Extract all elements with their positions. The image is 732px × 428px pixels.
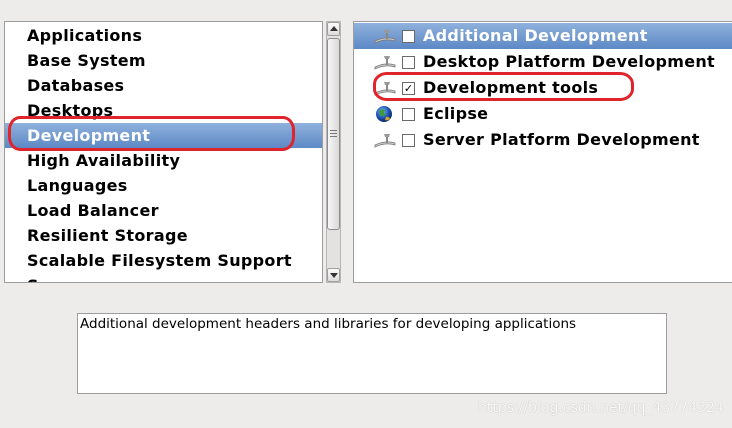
group-list-scrollbar[interactable] bbox=[326, 21, 341, 283]
group-item-development[interactable]: Development bbox=[5, 123, 322, 148]
group-item-load-balancer[interactable]: Load Balancer bbox=[5, 198, 322, 223]
package-checkbox[interactable] bbox=[402, 108, 415, 121]
group-item-desktops[interactable]: Desktops bbox=[5, 98, 322, 123]
package-label: Additional Development bbox=[423, 26, 648, 45]
package-icon bbox=[374, 82, 396, 96]
group-list: Applications Base System Databases Deskt… bbox=[5, 22, 322, 282]
group-item-applications[interactable]: Applications bbox=[5, 23, 322, 48]
scroll-down-button[interactable] bbox=[327, 268, 340, 282]
group-item-databases[interactable]: Databases bbox=[5, 73, 322, 98]
package-description: Additional development headers and libra… bbox=[77, 313, 667, 394]
watermark: https://blog.csdn.net/qq_43774324 bbox=[478, 400, 724, 416]
package-checkbox[interactable] bbox=[402, 134, 415, 147]
group-item-languages[interactable]: Languages bbox=[5, 173, 322, 198]
package-checkbox[interactable] bbox=[402, 30, 415, 43]
package-list-panel: Additional Development Desktop Platform … bbox=[353, 21, 732, 283]
package-item-development-tools[interactable]: ✓ Development tools bbox=[354, 75, 732, 101]
group-item-scalable-filesystem-support[interactable]: Scalable Filesystem Support bbox=[5, 248, 322, 273]
package-checkbox[interactable] bbox=[402, 56, 415, 69]
chevron-down-icon bbox=[330, 273, 338, 278]
package-item-desktop-platform-development[interactable]: Desktop Platform Development bbox=[354, 49, 732, 75]
group-item-resilient-storage[interactable]: Resilient Storage bbox=[5, 223, 322, 248]
package-icon bbox=[374, 30, 396, 44]
group-item-high-availability[interactable]: High Availability bbox=[5, 148, 322, 173]
package-item-additional-development[interactable]: Additional Development bbox=[354, 23, 732, 49]
globe-icon bbox=[376, 106, 392, 122]
group-item-servers[interactable]: Servers bbox=[5, 273, 322, 282]
scroll-thumb[interactable] bbox=[327, 38, 340, 230]
grip-icon bbox=[330, 130, 337, 137]
package-label: Server Platform Development bbox=[423, 130, 700, 149]
group-list-panel: Applications Base System Databases Deskt… bbox=[4, 21, 323, 283]
package-icon bbox=[374, 56, 396, 70]
package-item-server-platform-development[interactable]: Server Platform Development bbox=[354, 127, 732, 153]
group-item-base-system[interactable]: Base System bbox=[5, 48, 322, 73]
package-checkbox-checked[interactable]: ✓ bbox=[402, 82, 415, 95]
scroll-up-button[interactable] bbox=[327, 22, 340, 36]
package-label: Desktop Platform Development bbox=[423, 52, 716, 71]
package-label: Eclipse bbox=[423, 104, 489, 123]
chevron-up-icon bbox=[330, 26, 338, 31]
package-label: Development tools bbox=[423, 78, 599, 97]
package-item-eclipse[interactable]: Eclipse bbox=[354, 101, 732, 127]
package-icon bbox=[374, 134, 396, 148]
